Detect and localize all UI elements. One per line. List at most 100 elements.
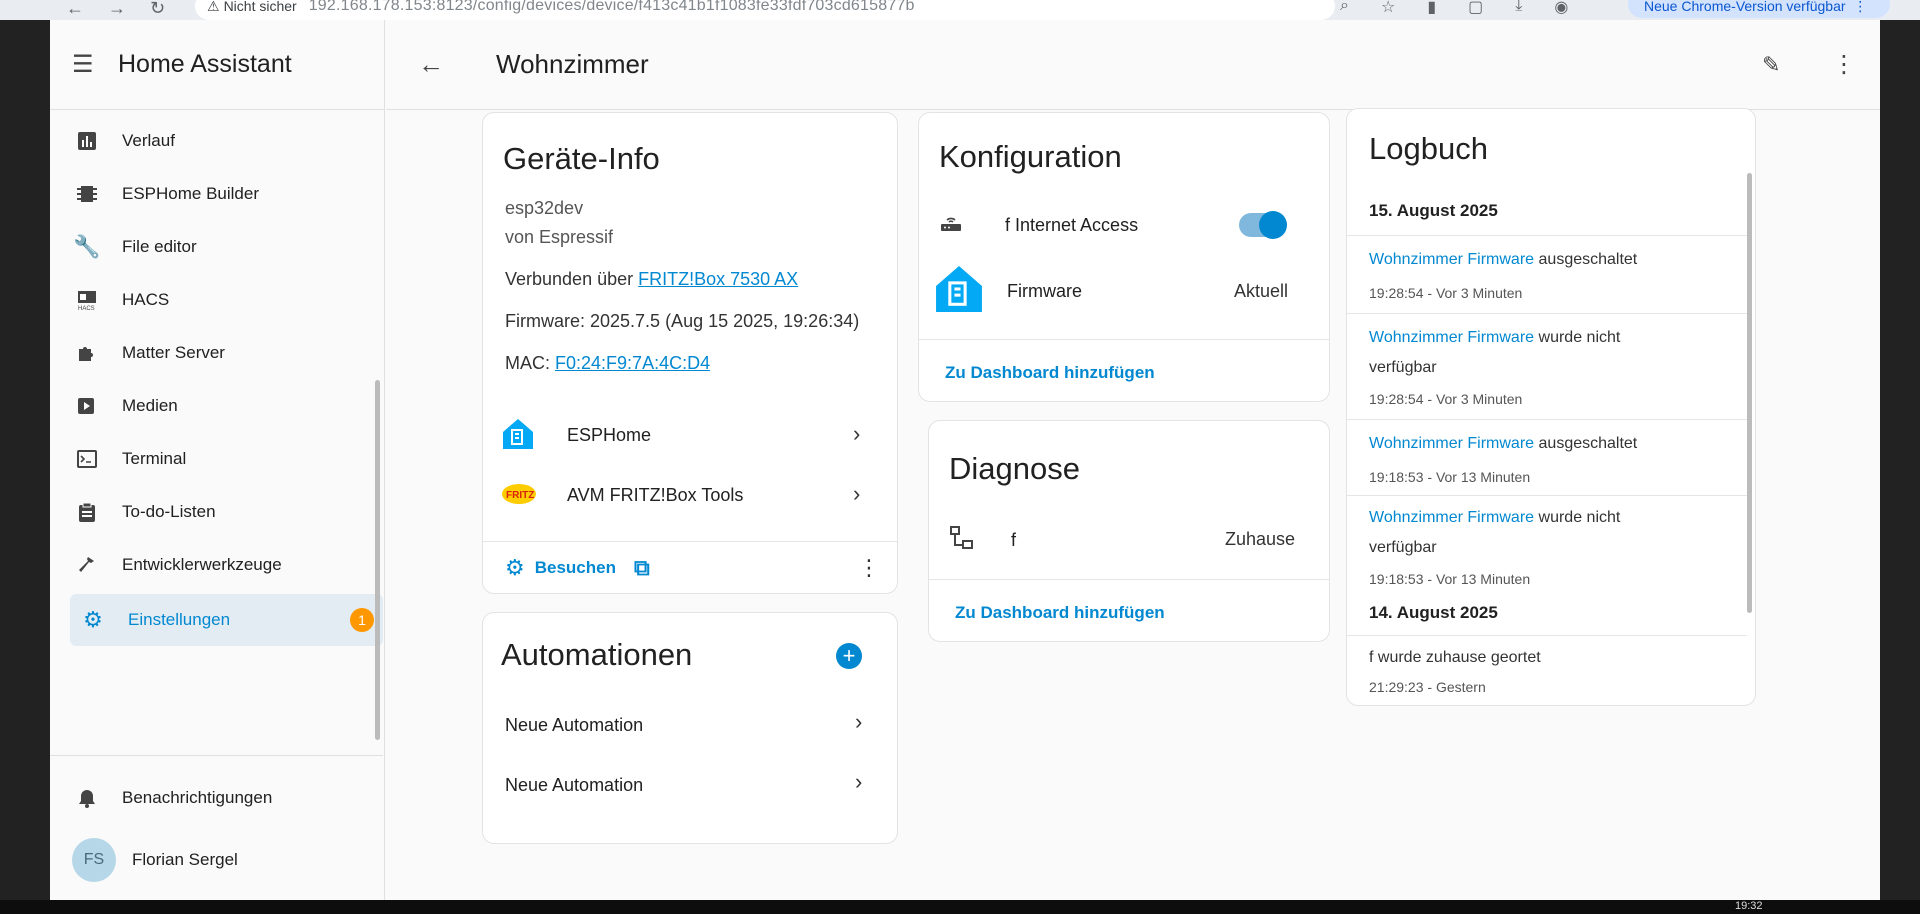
integration-fritzbox-tools[interactable]: FRITZ AVM FRITZ!Box Tools bbox=[501, 473, 881, 517]
log-time: 19:28:54 - Vor 3 Minuten bbox=[1369, 391, 1523, 407]
forward-icon[interactable]: → bbox=[108, 0, 126, 19]
log-time: 21:29:23 - Gestern bbox=[1369, 679, 1486, 695]
app-title: Home Assistant bbox=[118, 50, 292, 78]
log-entity-link[interactable]: Wohnzimmer Firmware bbox=[1369, 435, 1534, 452]
configuration-heading: Konfiguration bbox=[939, 139, 1122, 174]
top-app-bar: ← Wohnzimmer ✎ ⋮ bbox=[386, 20, 1880, 110]
sidebar-item-medien[interactable]: Medien bbox=[50, 380, 383, 432]
lan-icon bbox=[949, 525, 977, 556]
visit-button[interactable]: ⚙ Besuchen ⧉ bbox=[505, 555, 650, 581]
log-entity-link[interactable]: Wohnzimmer Firmware bbox=[1369, 251, 1534, 268]
url-text[interactable]: 192.168.178.153:8123/config/devices/devi… bbox=[309, 0, 915, 15]
esphome-logo-icon bbox=[933, 263, 989, 320]
star-icon[interactable]: ☆ bbox=[1381, 0, 1395, 17]
router-icon bbox=[939, 211, 967, 240]
log-divider bbox=[1347, 235, 1747, 236]
log-divider bbox=[1347, 419, 1747, 420]
screen: ← → ↻ ⚠ Nicht sicher 192.168.178.153:812… bbox=[0, 0, 1920, 914]
avatar: FS bbox=[72, 838, 116, 882]
address-bar[interactable]: ⚠ Nicht sicher 192.168.178.153:8123/conf… bbox=[195, 0, 1335, 20]
logbook-scrollbar[interactable] bbox=[1747, 173, 1752, 613]
add-to-dashboard-button[interactable]: Zu Dashboard hinzufügen bbox=[945, 363, 1155, 383]
sidebar-item-profile[interactable]: FS Florian Sergel bbox=[50, 830, 383, 890]
automations-heading: Automationen bbox=[501, 637, 693, 672]
fritzbox-link[interactable]: FRITZ!Box 7530 AX bbox=[638, 269, 798, 289]
sidebar-item-settings[interactable]: ⚙ Einstellungen 1 bbox=[70, 594, 383, 646]
log-time: 19:18:53 - Vor 13 Minuten bbox=[1369, 571, 1531, 587]
menu-icon[interactable]: ☰ bbox=[72, 50, 118, 79]
internet-access-toggle[interactable] bbox=[1239, 211, 1287, 239]
log-divider bbox=[1347, 313, 1747, 314]
sidebar-item-file-editor[interactable]: 🔧 File editor bbox=[50, 221, 383, 273]
extension-icon[interactable]: ▮ bbox=[1427, 0, 1436, 17]
hacs-icon: HACS bbox=[76, 289, 98, 311]
gear-icon: ⚙ bbox=[505, 555, 525, 580]
card-divider bbox=[483, 541, 897, 542]
mac-link[interactable]: F0:24:F9:7A:4C:D4 bbox=[555, 353, 710, 373]
sidebar-item-terminal[interactable]: Terminal bbox=[50, 433, 383, 485]
puzzle-icon bbox=[76, 342, 98, 364]
automation-item[interactable]: Neue Automation bbox=[505, 775, 885, 796]
profile-icon[interactable]: ◉ bbox=[1554, 0, 1568, 17]
back-icon[interactable]: ← bbox=[66, 0, 84, 19]
sidebar-scrollbar[interactable] bbox=[375, 380, 380, 740]
sidebar-item-matter-server[interactable]: Matter Server bbox=[50, 327, 383, 379]
security-indicator[interactable]: ⚠ Nicht sicher bbox=[207, 0, 297, 15]
reload-icon[interactable]: ↻ bbox=[150, 0, 165, 19]
warning-icon: ⚠ bbox=[207, 0, 220, 14]
chevron-right-icon[interactable]: › bbox=[855, 769, 862, 795]
sidebar-item-todo[interactable]: To-do-Listen bbox=[50, 486, 383, 538]
more-vertical-icon[interactable]: ⋮ bbox=[1832, 50, 1856, 79]
card-more-icon[interactable]: ⋮ bbox=[858, 555, 880, 581]
bell-icon bbox=[76, 787, 98, 809]
firmware-info: Firmware: 2025.7.5 (Aug 15 2025, 19:26:3… bbox=[505, 311, 860, 331]
fritz-logo-icon: FRITZ bbox=[501, 483, 541, 507]
taskbar-clock: 19:32 bbox=[1735, 900, 1763, 912]
settings-badge: 1 bbox=[350, 608, 374, 632]
sidebar-item-hacs[interactable]: HACS HACS bbox=[50, 274, 383, 326]
sidebar: ☰ Home Assistant Verlauf ESPHome Builder… bbox=[50, 20, 385, 905]
log-entry: Wohnzimmer Firmware ausgeschaltet bbox=[1369, 435, 1638, 452]
page-title: Wohnzimmer bbox=[496, 49, 649, 79]
sidebar-item-developer-tools[interactable]: Entwicklerwerkzeuge bbox=[50, 539, 383, 591]
svg-text:FRITZ: FRITZ bbox=[506, 490, 534, 501]
pencil-icon[interactable]: ✎ bbox=[1762, 52, 1780, 78]
firmware-state: Aktuell bbox=[1234, 281, 1289, 301]
update-chip[interactable]: Neue Chrome-Version verfügbar ⋮ bbox=[1628, 0, 1890, 18]
log-date: 15. August 2025 bbox=[1369, 201, 1498, 220]
wrench-icon: 🔧 bbox=[73, 234, 101, 259]
esphome-logo-icon bbox=[501, 417, 541, 453]
search-icon[interactable]: ⌕ bbox=[1340, 0, 1349, 17]
add-to-dashboard-button[interactable]: Zu Dashboard hinzufügen bbox=[955, 603, 1165, 623]
log-date: 14. August 2025 bbox=[1369, 603, 1498, 622]
log-entry: f wurde zuhause geortet bbox=[1369, 649, 1541, 666]
logbook-card: Logbuch 15. August 2025 Wohnzimmer Firmw… bbox=[1346, 108, 1756, 706]
sidebar-item-notifications[interactable]: Benachrichtigungen bbox=[50, 772, 383, 824]
chevron-right-icon[interactable]: › bbox=[855, 709, 862, 735]
log-entry: Wohnzimmer Firmware ausgeschaltet bbox=[1369, 251, 1638, 268]
back-arrow-icon[interactable]: ← bbox=[418, 49, 444, 80]
download-icon[interactable]: ⤓ bbox=[1515, 0, 1522, 17]
chevron-right-icon[interactable]: › bbox=[853, 481, 860, 507]
log-entity-link[interactable]: Wohnzimmer Firmware bbox=[1369, 329, 1534, 346]
sidebar-header: ☰ Home Assistant bbox=[50, 20, 384, 110]
log-time: 19:28:54 - Vor 3 Minuten bbox=[1369, 285, 1523, 301]
tab-icon[interactable]: ▢ bbox=[1468, 0, 1483, 17]
sidebar-item-verlauf[interactable]: Verlauf bbox=[50, 115, 383, 167]
log-entry: Wohnzimmer Firmware wurde nicht verfügba… bbox=[1369, 509, 1621, 556]
browser-toolbar: ← → ↻ ⚠ Nicht sicher 192.168.178.153:812… bbox=[0, 0, 1920, 20]
terminal-icon bbox=[76, 448, 98, 470]
automation-item[interactable]: Neue Automation bbox=[505, 715, 885, 736]
device-model: esp32dev bbox=[505, 198, 584, 218]
card-divider bbox=[929, 579, 1329, 580]
chevron-right-icon[interactable]: › bbox=[853, 421, 860, 447]
log-entity-link[interactable]: Wohnzimmer Firmware bbox=[1369, 509, 1534, 526]
add-automation-button[interactable]: + bbox=[836, 643, 862, 669]
diagnose-heading: Diagnose bbox=[949, 451, 1080, 486]
device-info-card: Geräte-Info esp32dev von Espressif Verbu… bbox=[482, 112, 898, 594]
svg-text:HACS: HACS bbox=[78, 306, 95, 311]
automations-card: Automationen + Neue Automation › Neue Au… bbox=[482, 612, 898, 844]
os-taskbar: 19:32 bbox=[0, 900, 1920, 914]
integration-esphome[interactable]: ESPHome bbox=[501, 413, 881, 457]
sidebar-item-esphome-builder[interactable]: ESPHome Builder bbox=[50, 168, 383, 220]
